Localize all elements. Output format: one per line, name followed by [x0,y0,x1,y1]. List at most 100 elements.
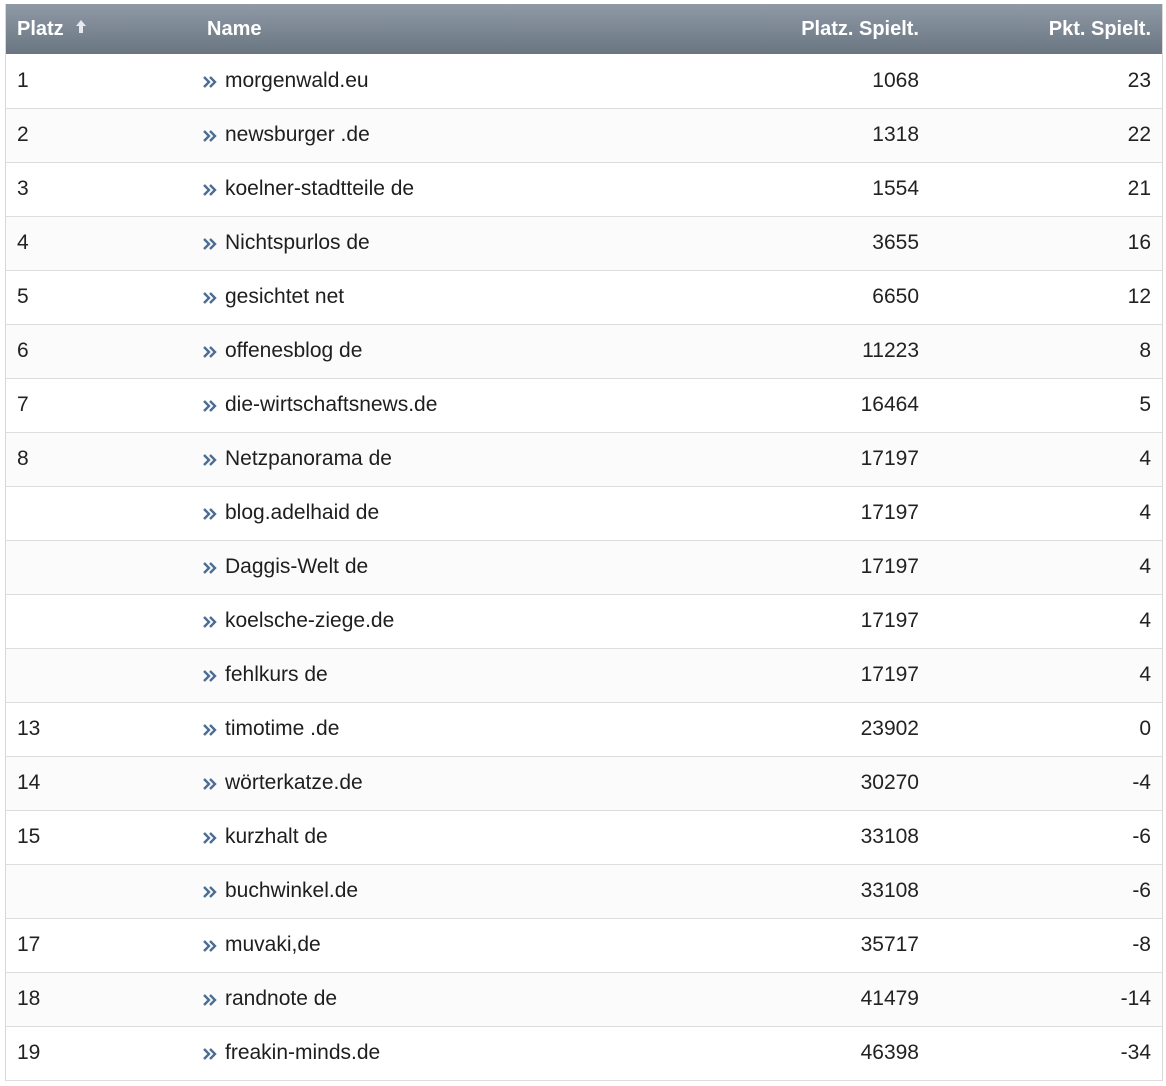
column-header-pkt-spielt[interactable]: Pkt. Spielt. [930,4,1162,54]
cell-platz-spielt: 30270 [860,771,919,794]
double-chevron-right-icon [203,75,217,89]
cell-name: wörterkatze.de [196,756,738,810]
cell-platz-spielt: 6650 [872,285,919,308]
site-link[interactable]: timotime .de [203,717,339,740]
site-name: muvaki,de [225,933,321,956]
site-link[interactable]: Netzpanorama de [203,447,392,470]
site-name: Netzpanorama de [225,447,392,470]
double-chevron-right-icon [203,237,217,251]
site-link[interactable]: koelner-stadtteile de [203,177,414,200]
cell-platz: 7 [17,393,29,416]
site-name: newsburger .de [225,123,370,146]
cell-name: koelner-stadtteile de [196,162,738,216]
cell-name: Nichtspurlos de [196,216,738,270]
cell-name: timotime .de [196,702,738,756]
column-header-platz-spielt[interactable]: Platz. Spielt. [738,4,930,54]
cell-platz-spielt: 3655 [872,231,919,254]
site-link[interactable]: randnote de [203,987,337,1010]
double-chevron-right-icon [203,183,217,197]
site-link[interactable]: gesichtet net [203,285,344,308]
ranking-table-container: Platz Name Platz. Spielt. Pkt. Spielt. 1… [5,4,1163,1081]
column-header-platz-spielt-label: Platz. Spielt. [801,17,919,40]
site-name: koelner-stadtteile de [225,177,415,200]
column-header-name-label: Name [207,17,262,40]
ranking-table: Platz Name Platz. Spielt. Pkt. Spielt. 1… [6,4,1162,1081]
cell-name: Netzpanorama de [196,432,738,486]
cell-pkt-spielt: 8 [1139,339,1151,362]
table-row: 15 kurzhalt de 33108 -6 [6,810,1162,864]
cell-platz: 6 [17,339,29,362]
cell-platz-spielt: 23902 [860,717,919,740]
cell-name: muvaki,de [196,918,738,972]
cell-platz [6,864,196,918]
double-chevron-right-icon [203,453,217,467]
cell-name: randnote de [196,972,738,1026]
cell-platz-spielt: 17197 [860,663,919,686]
site-name: die-wirtschaftsnews.de [225,393,438,416]
table-row: koelsche-ziege.de 17197 4 [6,594,1162,648]
cell-platz [6,486,196,540]
site-link[interactable]: newsburger .de [203,123,370,146]
cell-pkt-spielt: 0 [1139,717,1151,740]
site-link[interactable]: freakin-minds.de [203,1041,380,1064]
table-header: Platz Name Platz. Spielt. Pkt. Spielt. [6,4,1162,54]
site-link[interactable]: buchwinkel.de [203,879,358,902]
cell-name: newsburger .de [196,108,738,162]
cell-name: fehlkurs de [196,648,738,702]
site-name: gesichtet net [225,285,345,308]
cell-pkt-spielt: 4 [1139,555,1151,578]
cell-platz-spielt: 33108 [860,879,919,902]
sort-ascending-icon[interactable] [75,20,86,34]
site-link[interactable]: Daggis-Welt de [203,555,368,578]
column-header-name[interactable]: Name [196,4,738,54]
site-link[interactable]: offenesblog de [203,339,362,362]
table-row: fehlkurs de 17197 4 [6,648,1162,702]
double-chevron-right-icon [203,561,217,575]
double-chevron-right-icon [203,669,217,683]
site-link[interactable]: blog.adelhaid de [203,501,379,524]
cell-platz [6,540,196,594]
double-chevron-right-icon [203,615,217,629]
cell-pkt-spielt: 4 [1139,447,1151,470]
double-chevron-right-icon [203,885,217,899]
cell-pkt-spielt: -14 [1120,987,1151,1010]
cell-platz-spielt: 11223 [862,339,919,362]
cell-platz-spielt: 1554 [872,177,919,200]
table-row: buchwinkel.de 33108 -6 [6,864,1162,918]
site-link[interactable]: kurzhalt de [203,825,328,848]
cell-platz-spielt: 17197 [860,555,919,578]
site-link[interactable]: die-wirtschaftsnews.de [203,393,437,416]
cell-platz: 15 [17,825,41,848]
cell-platz [6,594,196,648]
cell-name: morgenwald.eu [196,54,738,108]
double-chevron-right-icon [203,1047,217,1061]
column-header-platz-label: Platz [17,17,64,40]
site-link[interactable]: morgenwald.eu [203,69,369,92]
table-row: 4 Nichtspurlos de 3655 16 [6,216,1162,270]
site-link[interactable]: muvaki,de [203,933,321,956]
site-name: fehlkurs de [225,663,328,686]
cell-pkt-spielt: -6 [1132,825,1151,848]
cell-platz-spielt: 16464 [860,393,919,416]
table-row: 3 koelner-stadtteile de 1554 21 [6,162,1162,216]
site-name: blog.adelhaid de [225,501,380,524]
double-chevron-right-icon [203,291,217,305]
site-link[interactable]: koelsche-ziege.de [203,609,394,632]
cell-platz: 8 [17,447,29,470]
table-row: 6 offenesblog de 11223 8 [6,324,1162,378]
cell-platz: 14 [17,771,41,794]
site-link[interactable]: Nichtspurlos de [203,231,370,254]
table-row: blog.adelhaid de 17197 4 [6,486,1162,540]
cell-platz-spielt: 41479 [860,987,919,1010]
site-name: kurzhalt de [225,825,328,848]
table-row: 5 gesichtet net 6650 12 [6,270,1162,324]
cell-name: freakin-minds.de [196,1026,738,1080]
double-chevron-right-icon [203,345,217,359]
column-header-pkt-spielt-label: Pkt. Spielt. [1048,17,1151,40]
site-link[interactable]: fehlkurs de [203,663,328,686]
cell-platz [6,648,196,702]
site-name: buchwinkel.de [225,879,359,902]
double-chevron-right-icon [203,939,217,953]
column-header-platz[interactable]: Platz [6,4,196,54]
site-link[interactable]: wörterkatze.de [203,771,363,794]
